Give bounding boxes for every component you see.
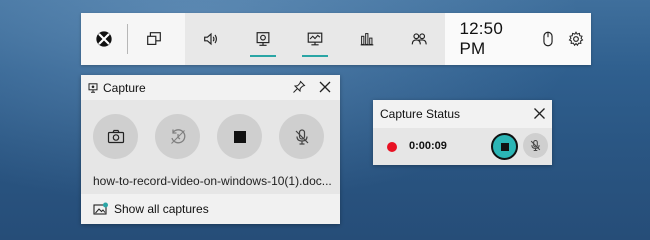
show-all-captures-link[interactable]: Show all captures bbox=[81, 194, 340, 224]
stop-icon bbox=[233, 130, 246, 143]
resources-icon bbox=[358, 30, 376, 48]
settings-icon bbox=[567, 30, 585, 48]
latest-capture-filename[interactable]: how-to-record-video-on-windows-10(1).doc… bbox=[93, 174, 333, 188]
widget-menu-icon bbox=[145, 30, 163, 48]
capture-status-title: Capture Status bbox=[380, 107, 461, 121]
widget-menu-button[interactable] bbox=[128, 13, 180, 65]
capture-controls bbox=[93, 114, 324, 159]
mouse-icon bbox=[539, 30, 557, 48]
mic-off-icon bbox=[529, 139, 542, 152]
clock: 12:50 PM bbox=[459, 19, 503, 58]
capture-widget: Capture how-to-record-video-on-windows-1… bbox=[81, 75, 340, 224]
settings-button[interactable] bbox=[561, 13, 591, 65]
close-icon[interactable] bbox=[533, 107, 546, 120]
show-all-captures-label: Show all captures bbox=[114, 202, 209, 216]
recording-indicator-icon bbox=[387, 142, 397, 152]
gallery-icon bbox=[93, 202, 109, 216]
capture-icon bbox=[254, 30, 272, 48]
pin-icon[interactable] bbox=[292, 80, 306, 94]
capture-status-widget: Capture Status 0:00:09 bbox=[373, 100, 552, 165]
game-bar-right: 12:50 PM bbox=[445, 13, 591, 65]
xbox-social-widget-button[interactable] bbox=[393, 13, 445, 65]
capture-status-header: Capture Status bbox=[373, 100, 552, 128]
record-last-30s-button[interactable] bbox=[155, 114, 200, 159]
game-bar: 12:50 PM bbox=[81, 13, 591, 65]
performance-widget-button[interactable] bbox=[289, 13, 341, 65]
audio-widget-button[interactable] bbox=[185, 13, 237, 65]
mouse-button[interactable] bbox=[534, 13, 561, 65]
capture-widget-title: Capture bbox=[103, 80, 146, 95]
xbox-icon bbox=[95, 30, 113, 48]
mic-off-icon bbox=[293, 128, 311, 146]
xbox-button[interactable] bbox=[81, 13, 127, 65]
resources-widget-button[interactable] bbox=[341, 13, 393, 65]
capture-small-icon bbox=[88, 82, 98, 93]
xbox-social-icon bbox=[410, 30, 428, 48]
mic-toggle-button[interactable] bbox=[279, 114, 324, 159]
performance-icon bbox=[306, 30, 324, 48]
stop-icon bbox=[500, 142, 509, 151]
camera-icon bbox=[107, 129, 125, 145]
audio-icon bbox=[202, 30, 220, 48]
close-icon[interactable] bbox=[318, 80, 332, 94]
screenshot-button[interactable] bbox=[93, 114, 138, 159]
game-bar-left bbox=[81, 13, 186, 65]
widget-launcher bbox=[185, 13, 446, 65]
stop-recording-button[interactable] bbox=[491, 133, 518, 160]
mic-toggle-button[interactable] bbox=[523, 133, 548, 158]
capture-widget-button[interactable] bbox=[237, 13, 289, 65]
recording-timer: 0:00:09 bbox=[409, 140, 447, 152]
stop-recording-button[interactable] bbox=[217, 114, 262, 159]
capture-widget-header: Capture bbox=[81, 75, 340, 100]
capture-status-body: 0:00:09 bbox=[373, 128, 552, 165]
record-last-icon bbox=[169, 128, 187, 146]
